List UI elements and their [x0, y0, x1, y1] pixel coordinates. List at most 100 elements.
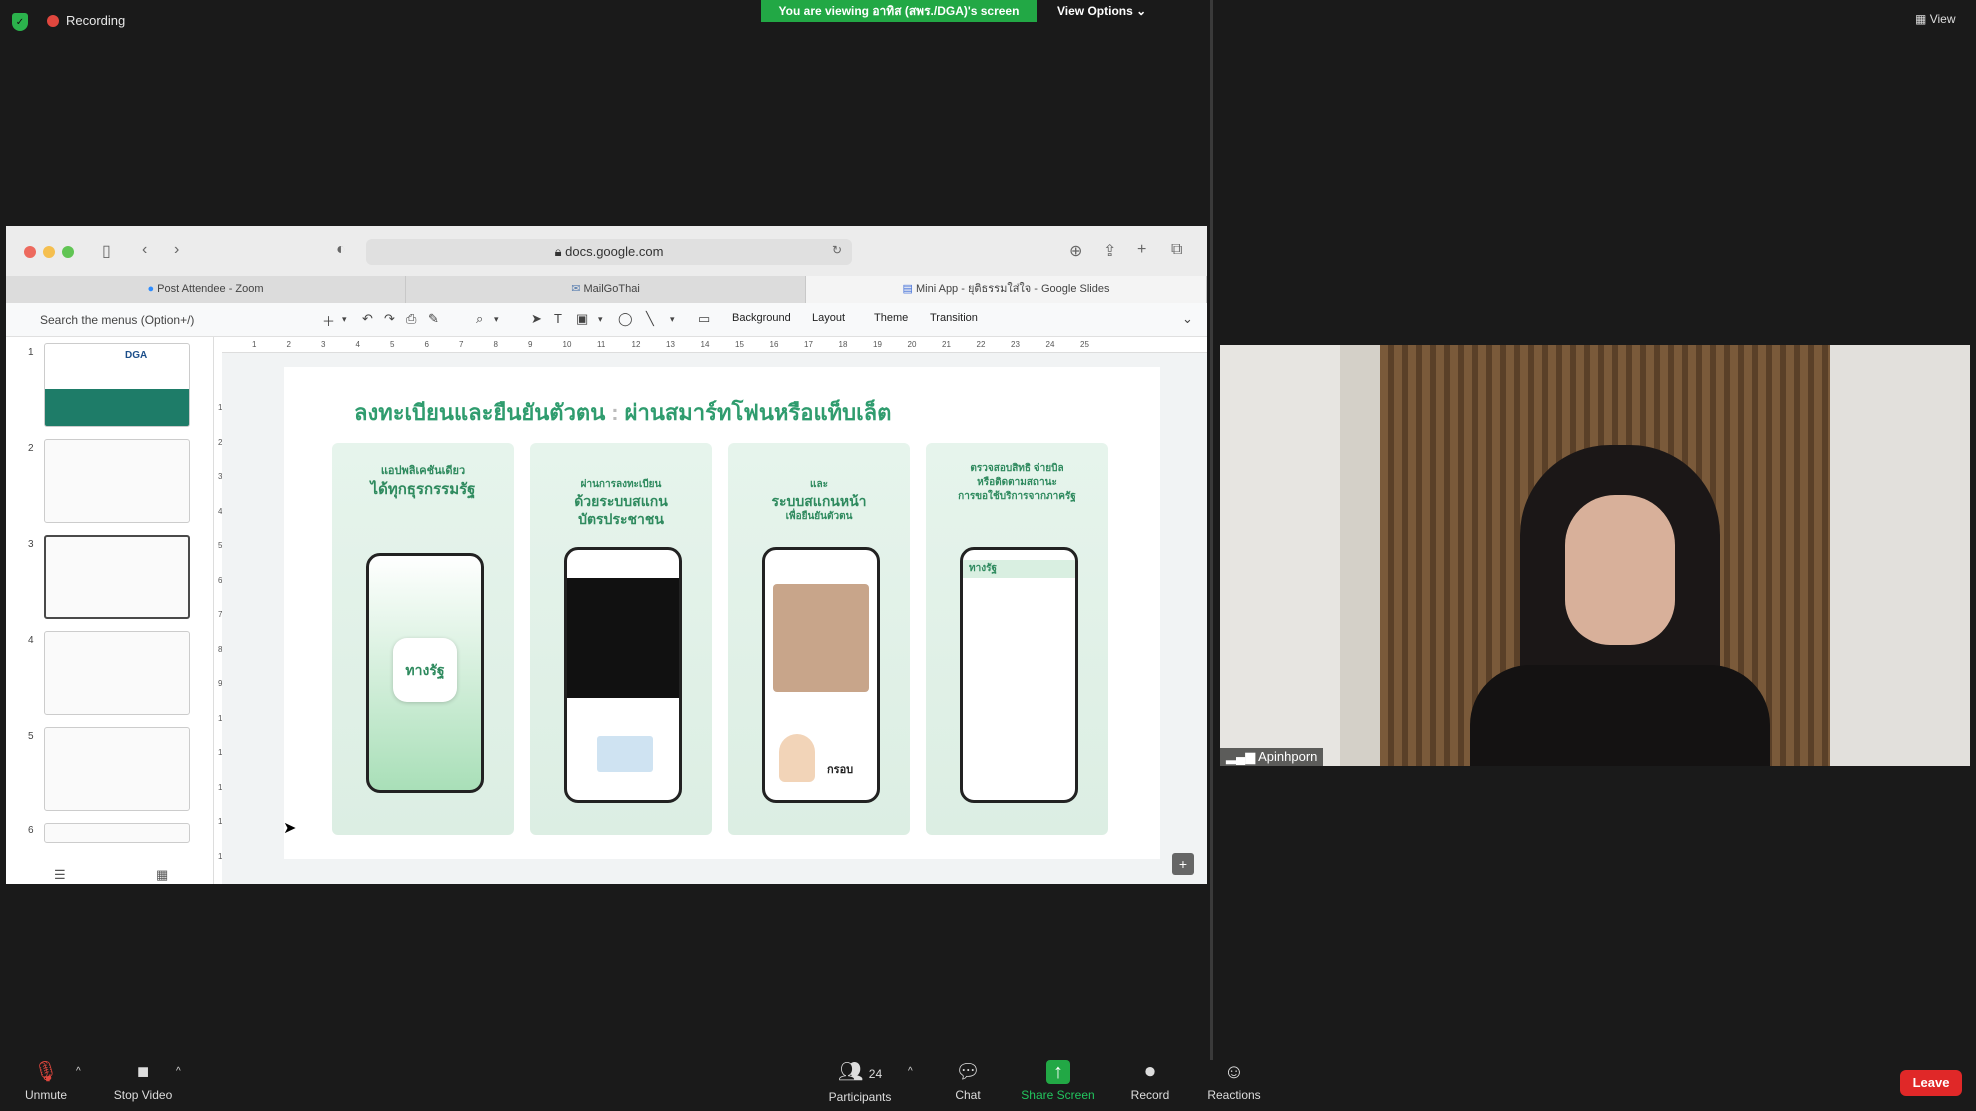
theme-button[interactable]: Theme: [874, 312, 908, 324]
undo-icon[interactable]: ↶: [362, 311, 373, 327]
slide-thumb-6[interactable]: [44, 823, 190, 843]
zoom-icon[interactable]: ⌕: [476, 311, 483, 327]
participant-video-tile[interactable]: [1220, 345, 1970, 766]
zoom-top-bar: ✓ Recording You are viewing อาทิส (สพร./…: [0, 0, 1976, 44]
slide-thumb-4[interactable]: [44, 631, 190, 715]
record-button[interactable]: ⏺︎ Record: [1124, 1060, 1176, 1102]
reactions-label: Reactions: [1207, 1088, 1261, 1102]
new-slide-icon[interactable]: ＋: [322, 311, 335, 330]
privacy-shield-icon[interactable]: ◐: [336, 241, 346, 259]
slide-thumb-3[interactable]: [44, 535, 190, 619]
slides-toolbar: Search the menus (Option+/) ＋ ▾ ↶ ↷ ⎙ ✎ …: [6, 303, 1207, 337]
chat-icon: 💬︎: [955, 1061, 981, 1083]
step-card-1: แอปพลิเคชันเดียว ได้ทุกธุรกรรมรัฐ ทางรัฐ: [332, 443, 514, 835]
image-icon[interactable]: ▣: [576, 311, 588, 327]
tab-mailgothai[interactable]: ✉ MailGoThai: [406, 276, 806, 303]
participants-options-chevron-icon[interactable]: ^: [908, 1066, 913, 1077]
app-header: ทางรัฐ: [963, 560, 1075, 578]
address-bar[interactable]: 🔒︎ docs.google.com: [366, 239, 852, 265]
chevron-down-icon[interactable]: ▾: [342, 314, 347, 325]
grid-view-icon[interactable]: ▦: [156, 867, 168, 883]
download-icon[interactable]: ⊕: [1069, 241, 1082, 261]
reload-icon[interactable]: ↻: [832, 243, 842, 257]
list-view-icon[interactable]: ☰: [54, 867, 66, 883]
explore-icon[interactable]: +: [1172, 853, 1194, 875]
view-options-button[interactable]: View Options ⌄: [1057, 0, 1157, 22]
ruler-tick-label: 3: [321, 340, 326, 349]
audio-options-chevron-icon[interactable]: ^: [76, 1066, 81, 1077]
slide-title-right: ผ่านสมาร์ทโฟนหรือแท็บเล็ต: [624, 400, 892, 425]
print-icon[interactable]: ⎙: [406, 311, 416, 327]
redo-icon[interactable]: ↷: [384, 311, 395, 327]
sidebar-icon[interactable]: ▯: [102, 241, 111, 261]
slide-thumb-2[interactable]: [44, 439, 190, 523]
stop-video-button[interactable]: ■ Stop Video: [108, 1060, 178, 1102]
viewing-banner: You are viewing อาทิส (สพร./DGA)'s scree…: [761, 0, 1037, 22]
select-cursor-icon[interactable]: ➤: [531, 311, 542, 327]
forward-icon[interactable]: ›: [174, 241, 179, 259]
camera-scan-area: [567, 578, 679, 698]
recording-icon: [47, 15, 59, 27]
slide-number: 1: [28, 347, 34, 358]
wall-panel: [1340, 345, 1380, 766]
mouse-cursor-icon: ➤: [283, 820, 297, 837]
tab-overview-icon[interactable]: ⧉: [1171, 241, 1182, 259]
title-separator: :: [611, 400, 619, 425]
ruler-tick-label: 15: [735, 340, 744, 349]
comment-icon[interactable]: ▭: [698, 311, 710, 327]
chevron-down-icon[interactable]: ▾: [494, 314, 499, 325]
zoom-bottom-bar: 🎙︎ Unmute ^ ■ Stop Video ^ 👥︎ 24 Partici…: [0, 1060, 1976, 1111]
share-screen-label: Share Screen: [1021, 1088, 1095, 1102]
minimize-window-icon[interactable]: [43, 246, 55, 258]
share-screen-button[interactable]: ↑ Share Screen: [1020, 1060, 1096, 1102]
participants-button[interactable]: 👥︎ 24 Participants: [822, 1060, 898, 1104]
participants-label: Participants: [828, 1090, 892, 1104]
step-card-4: ตรวจสอบสิทธิ จ่ายบิล หรือติดตามสถานะ การ…: [926, 443, 1108, 835]
maximize-window-icon[interactable]: [62, 246, 74, 258]
paint-format-icon[interactable]: ✎: [428, 311, 439, 327]
close-window-icon[interactable]: [24, 246, 36, 258]
slide-filmstrip: 1 DGA 2 3 4 5 6 ☰ ▦: [6, 337, 214, 884]
chevron-down-icon[interactable]: ⌄: [1182, 311, 1193, 327]
line-icon[interactable]: ╲: [646, 311, 654, 327]
ruler-tick-label: 11: [597, 340, 606, 349]
video-options-chevron-icon[interactable]: ^: [176, 1066, 181, 1077]
share-icon[interactable]: ⇪: [1103, 241, 1116, 261]
background-button[interactable]: Background: [732, 312, 791, 324]
back-icon[interactable]: ‹: [142, 241, 147, 259]
card-caption: ตรวจสอบสิทธิ จ่ายบิล: [970, 463, 1064, 474]
participant-count: 24: [868, 1067, 883, 1081]
phone-mockup: ทางรัฐ: [960, 547, 1078, 803]
slide-thumb-5[interactable]: [44, 727, 190, 811]
tab-post-attendee-zoom[interactable]: ● Post Attendee - Zoom: [6, 276, 406, 303]
reactions-button[interactable]: ☺ Reactions: [1204, 1060, 1264, 1102]
split-divider[interactable]: [1210, 0, 1213, 1060]
slide-3[interactable]: ลงทะเบียนและยืนยันตัวตน: ผ่านสมาร์ทโฟนหรื…: [284, 367, 1160, 859]
app-logo: ทางรัฐ: [393, 638, 457, 702]
card-caption: หรือติดตามสถานะ: [977, 477, 1057, 488]
share-screen-icon: ↑: [1046, 1060, 1070, 1084]
new-tab-icon[interactable]: +: [1137, 241, 1146, 259]
tab-google-slides[interactable]: ▤ Mini App - ยุติธรรมใส่ใจ - Google Slid…: [806, 276, 1207, 303]
security-shield-icon[interactable]: ✓: [12, 13, 28, 31]
unmute-button[interactable]: 🎙︎ Unmute: [18, 1060, 74, 1102]
participants-icon: 👥︎ 24: [837, 1061, 883, 1083]
signal-icon: ▂▄▆: [1226, 749, 1256, 764]
view-button[interactable]: ▦ View: [1915, 12, 1955, 26]
chat-button[interactable]: 💬︎ Chat: [944, 1060, 992, 1102]
chevron-down-icon[interactable]: ▾: [598, 314, 603, 325]
text-box-icon[interactable]: T: [554, 311, 562, 326]
shared-browser-window: ▯ ‹ › ◐ 🔒︎ docs.google.com ↻ ⊕ ⇪ + ⧉ ● P…: [6, 226, 1207, 884]
leave-button[interactable]: Leave: [1900, 1070, 1962, 1096]
participant-body: [1470, 665, 1770, 766]
slide-thumb-1[interactable]: DGA: [44, 343, 190, 427]
card-caption: บัตรประชาชน: [578, 511, 664, 527]
shape-icon[interactable]: ◯: [618, 311, 633, 327]
tab-label: Mini App - ยุติธรรมใส่ใจ - Google Slides: [915, 283, 1110, 295]
search-menus-input[interactable]: Search the menus (Option+/): [34, 309, 306, 331]
chevron-down-icon[interactable]: ▾: [670, 314, 675, 325]
ruler-tick-label: 25: [1080, 340, 1089, 349]
dga-logo-text: DGA: [125, 350, 148, 361]
transition-button[interactable]: Transition: [930, 312, 978, 324]
layout-button[interactable]: Layout: [812, 312, 845, 324]
